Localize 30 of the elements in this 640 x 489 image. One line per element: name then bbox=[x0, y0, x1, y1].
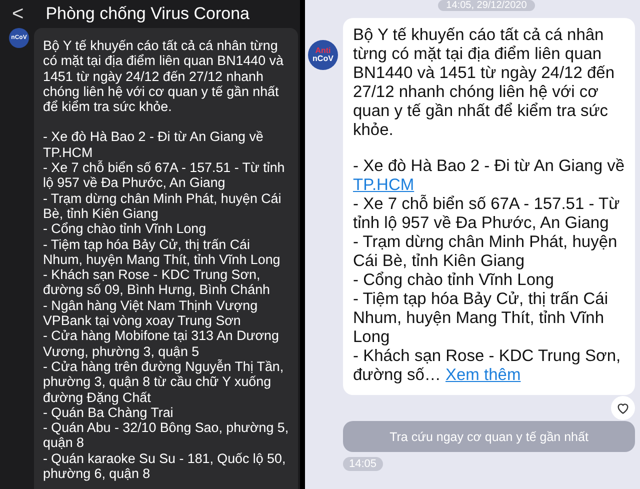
location-item: - Khách sạn Rose - KDC Trung Sơn, đường số… Xem thêm bbox=[353, 347, 622, 385]
message-text: Bộ Y tế khuyến cáo tất cả cá nhân từng có mặt tại địa điểm liên quan BN1440 và 1451 từ ngày 24/12 đến 27/12 nhanh chóng liên hệ với cơ quan y tế gần nhất để kiểm tra sức khỏe. bbox=[43, 38, 284, 114]
location-item: - Cổng chào tỉnh Vĩnh Long bbox=[353, 271, 555, 290]
location-item: - Xe đò Hà Bao 2 - Đi từ An Giang về TP.HCM bbox=[353, 157, 626, 194]
heart-icon bbox=[616, 401, 630, 415]
location-item: - Quán Abu - 32/10 Bông Sao, phường 5, quận 8 bbox=[43, 420, 290, 451]
message-time: 14:05 bbox=[343, 457, 383, 471]
location-item: - Xe 7 chỗ biển số 67A - 157.51 - Từ tỉnh lộ 957 về Đa Phước, An Giang bbox=[353, 195, 621, 233]
location-item: - Ngân hàng Việt Nam Thịnh Vượng VPBank tại vòng xoay Trung Sơn bbox=[43, 298, 259, 328]
location-item: - Quán Ba Chàng Trai bbox=[43, 404, 174, 420]
message-text: Bộ Y tế khuyến cáo tất cả cá nhân từng có mặt tại địa điểm liên quan BN1440 và 1451 từ ngày 24/12 đến 27/12 nhanh chóng liên hệ với cơ quan y tế gần nhất để kiểm tra sức khỏe. bbox=[353, 26, 616, 140]
location-item: - Trạm dừng chân Minh Phát, huyện Cái Bè, tỉnh Kiên Giang bbox=[353, 233, 618, 271]
back-button[interactable]: < bbox=[12, 2, 24, 26]
location-item: - Khách sạn Rose - KDC Trung Sơn, đường số 09, Bình Hưng, Bình Chánh bbox=[43, 267, 271, 298]
location-item: - Cửa hàng Mobifone tại 313 An Dương Vương, phường 3, quận 5 bbox=[43, 328, 280, 359]
location-item: - Trạm dừng chân Minh Phát, huyện Cái Bè, tỉnh Kiên Giang bbox=[43, 190, 282, 222]
avatar: Anti nCoV bbox=[308, 40, 338, 70]
location-item: - Cửa hàng trên đường Nguyễn Thị Tần, phường 3, quận 8 từ cầu chữ Y xuống đường Đặng Chất bbox=[43, 358, 285, 405]
chat-title: Phòng chống Virus Corona bbox=[46, 4, 250, 24]
link[interactable]: TP.HCM bbox=[353, 176, 414, 194]
location-item: - Tiệm tạp hóa Bảy Cử, thị trấn Cái Nhum, huyện Mang Thít, tỉnh Vĩnh Long bbox=[353, 290, 609, 347]
location-item: - Xe 7 chỗ biển số 67A - 157.51 - Từ tỉnh lộ 957 về Đa Phước, An Giang bbox=[43, 160, 286, 191]
like-button[interactable] bbox=[611, 396, 635, 420]
link[interactable]: Xem thêm bbox=[446, 366, 521, 384]
location-item: - Cổng chào tỉnh Vĩnh Long bbox=[43, 221, 208, 237]
date-stamp: 14:05, 29/12/2020 bbox=[438, 0, 535, 11]
location-item: - Xe đò Hà Bao 2 - Đi từ An Giang về TP.HCM bbox=[43, 129, 264, 160]
lookup-button[interactable]: Tra cứu ngay cơ quan y tế gần nhất bbox=[343, 421, 635, 452]
location-item: - Quán karaoke Su Su - 181, Quốc lộ 50, phường 6, quận 8 bbox=[43, 450, 287, 482]
location-item: - Tiệm tạp hóa Bảy Cử, thị trấn Cái Nhum, huyện Mang Thít, tỉnh Vĩnh Long bbox=[43, 236, 282, 268]
